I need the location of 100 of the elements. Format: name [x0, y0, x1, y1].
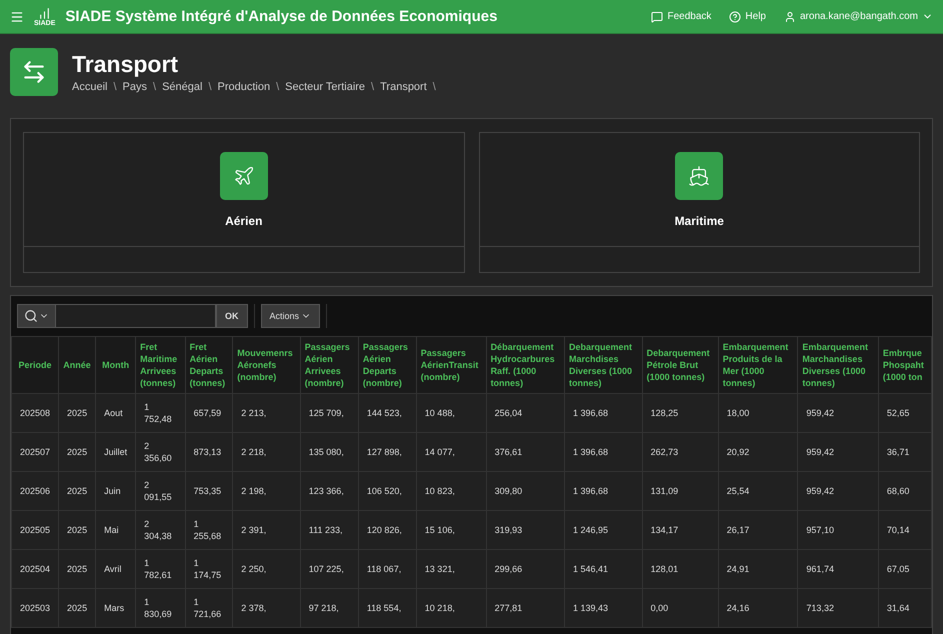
table-cell: 13 321,: [416, 550, 486, 588]
column-header[interactable]: Passagers Aérien Arrivees (nombre): [300, 336, 358, 394]
search-column-button[interactable]: [17, 304, 55, 328]
actions-button[interactable]: Actions: [260, 304, 320, 328]
column-header[interactable]: Embarquement Marchandises Diverses (1000 tonnes): [798, 336, 878, 394]
table-cell: Juin: [96, 472, 136, 510]
table-cell: 0,00: [642, 588, 718, 628]
table-cell: 1 546,41: [564, 550, 642, 588]
column-header[interactable]: Passagers AérienTransit (nombre): [416, 336, 486, 394]
table-cell: 131,09: [642, 472, 718, 510]
user-icon: [784, 10, 796, 22]
table-cell: 319,93: [486, 510, 564, 550]
table-cell: 957,10: [798, 510, 878, 550]
table-cell: 1 782,61: [136, 550, 186, 588]
breadcrumb-link[interactable]: Secteur Tertiaire: [285, 81, 366, 93]
table-cell: Mai: [96, 510, 136, 550]
table-cell: 2 391,: [232, 510, 300, 550]
help-icon: [729, 10, 742, 22]
table-cell: 657,59: [185, 394, 233, 432]
chat-icon: [651, 10, 664, 22]
table-cell: 202503: [12, 588, 59, 628]
table-cell: 70,14: [878, 510, 932, 550]
table-cell: 262,73: [642, 432, 718, 472]
column-header[interactable]: Debarquement Marchdises Diverses (1000 tonnes): [564, 336, 642, 394]
table-cell: 25,54: [718, 472, 798, 510]
column-header[interactable]: Débarquement Hydrocarbures Raff. (1000 tonnes): [486, 336, 564, 394]
table-cell: 26,17: [718, 510, 798, 550]
table-cell: 10 218,: [416, 588, 486, 628]
table-cell: 1 396,68: [564, 472, 642, 510]
table-cell: 106 520,: [358, 472, 416, 510]
table-cell: 2025: [58, 550, 96, 588]
table-cell: 127 898,: [358, 432, 416, 472]
table-cell: 1 396,68: [564, 432, 642, 472]
table-cell: 36,71: [878, 432, 932, 472]
column-header[interactable]: Année: [58, 336, 96, 394]
app-title: SIADE Système Intégré d'Analyse de Données Economiques: [65, 8, 498, 25]
table-cell: 2 091,55: [136, 472, 186, 510]
table-cell: 202507: [12, 432, 59, 472]
breadcrumb-link[interactable]: Production: [218, 81, 270, 93]
table-cell: 309,80: [486, 472, 564, 510]
column-header[interactable]: Month: [96, 336, 136, 394]
go-button[interactable]: OK: [216, 304, 248, 328]
table-cell: 2 213,: [232, 394, 300, 432]
card-title[interactable]: Aérien: [225, 214, 262, 228]
breadcrumb-link[interactable]: Pays: [122, 81, 147, 93]
table-cell: 2 250,: [232, 550, 300, 588]
column-header[interactable]: Fret Aérien Departs (tonnes): [185, 336, 233, 394]
table-cell: 299,66: [486, 550, 564, 588]
table-cell: 68,60: [878, 472, 932, 510]
table-cell: 2 378,: [232, 588, 300, 628]
table-cell: 125 709,: [300, 394, 358, 432]
search-field[interactable]: [55, 304, 216, 328]
table-cell: 128,25: [642, 394, 718, 432]
column-header[interactable]: Mouvemenrs Aéronefs (nombre): [232, 336, 300, 394]
table-cell: 10 488,: [416, 394, 486, 432]
table-cell: 959,42: [798, 394, 878, 432]
table-cell: 118 554,: [358, 588, 416, 628]
table-cell: 873,13: [185, 432, 233, 472]
table-cell: 959,42: [798, 472, 878, 510]
card-title[interactable]: Maritime: [674, 214, 724, 228]
column-header[interactable]: Debarquement Pétrole Brut (1000 tonnes): [642, 336, 718, 394]
breadcrumb-separator: \: [113, 81, 117, 93]
table-cell: Aout: [96, 394, 136, 432]
column-header[interactable]: Embarquement Produits de la Mer (1000 tonnes): [718, 336, 798, 394]
table-cell: 2025: [58, 432, 96, 472]
table-cell: 118 067,: [358, 550, 416, 588]
table-cell: 256,04: [486, 394, 564, 432]
table-cell: 135 080,: [300, 432, 358, 472]
table-cell: 2025: [58, 394, 96, 432]
table-cell: 1 721,66: [185, 588, 233, 628]
table-cell: 24,91: [718, 550, 798, 588]
table-cell: 202508: [12, 394, 59, 432]
table-cell: 97 218,: [300, 588, 358, 628]
table-cell: 31,64: [878, 588, 932, 628]
table-cell: 144 523,: [358, 394, 416, 432]
table-cell: 202506: [12, 472, 59, 510]
table-cell: 1 396,68: [564, 394, 642, 432]
column-header[interactable]: Fret Maritime Arrivees (tonnes): [136, 336, 186, 394]
table-cell: 277,81: [486, 588, 564, 628]
table-cell: 134,17: [642, 510, 718, 550]
table-cell: 14 077,: [416, 432, 486, 472]
table-cell: 2025: [58, 510, 96, 550]
column-header[interactable]: Passagers Aérien Departs (nombre): [358, 336, 416, 394]
breadcrumb-link[interactable]: Accueil: [72, 81, 108, 93]
table-cell: 123 366,: [300, 472, 358, 510]
column-header[interactable]: Embrque Phospaht (1000 ton: [878, 336, 932, 394]
table-cell: 120 826,: [358, 510, 416, 550]
table-cell: 107 225,: [300, 550, 358, 588]
breadcrumb-link[interactable]: Sénégal: [162, 81, 202, 93]
menu-icon[interactable]: [10, 10, 24, 24]
table-cell: 67,05: [878, 550, 932, 588]
breadcrumb-separator: \: [153, 81, 156, 93]
table-cell: 202505: [12, 510, 59, 550]
table-cell: 202504: [12, 550, 59, 588]
table-cell: 2 218,: [232, 432, 300, 472]
table-cell: 2 356,60: [136, 432, 186, 472]
breadcrumb-link[interactable]: Transport: [380, 81, 427, 93]
breadcrumb-separator: \: [432, 81, 436, 93]
table-cell: 111 233,: [300, 510, 358, 550]
column-header[interactable]: Periode: [12, 336, 59, 394]
